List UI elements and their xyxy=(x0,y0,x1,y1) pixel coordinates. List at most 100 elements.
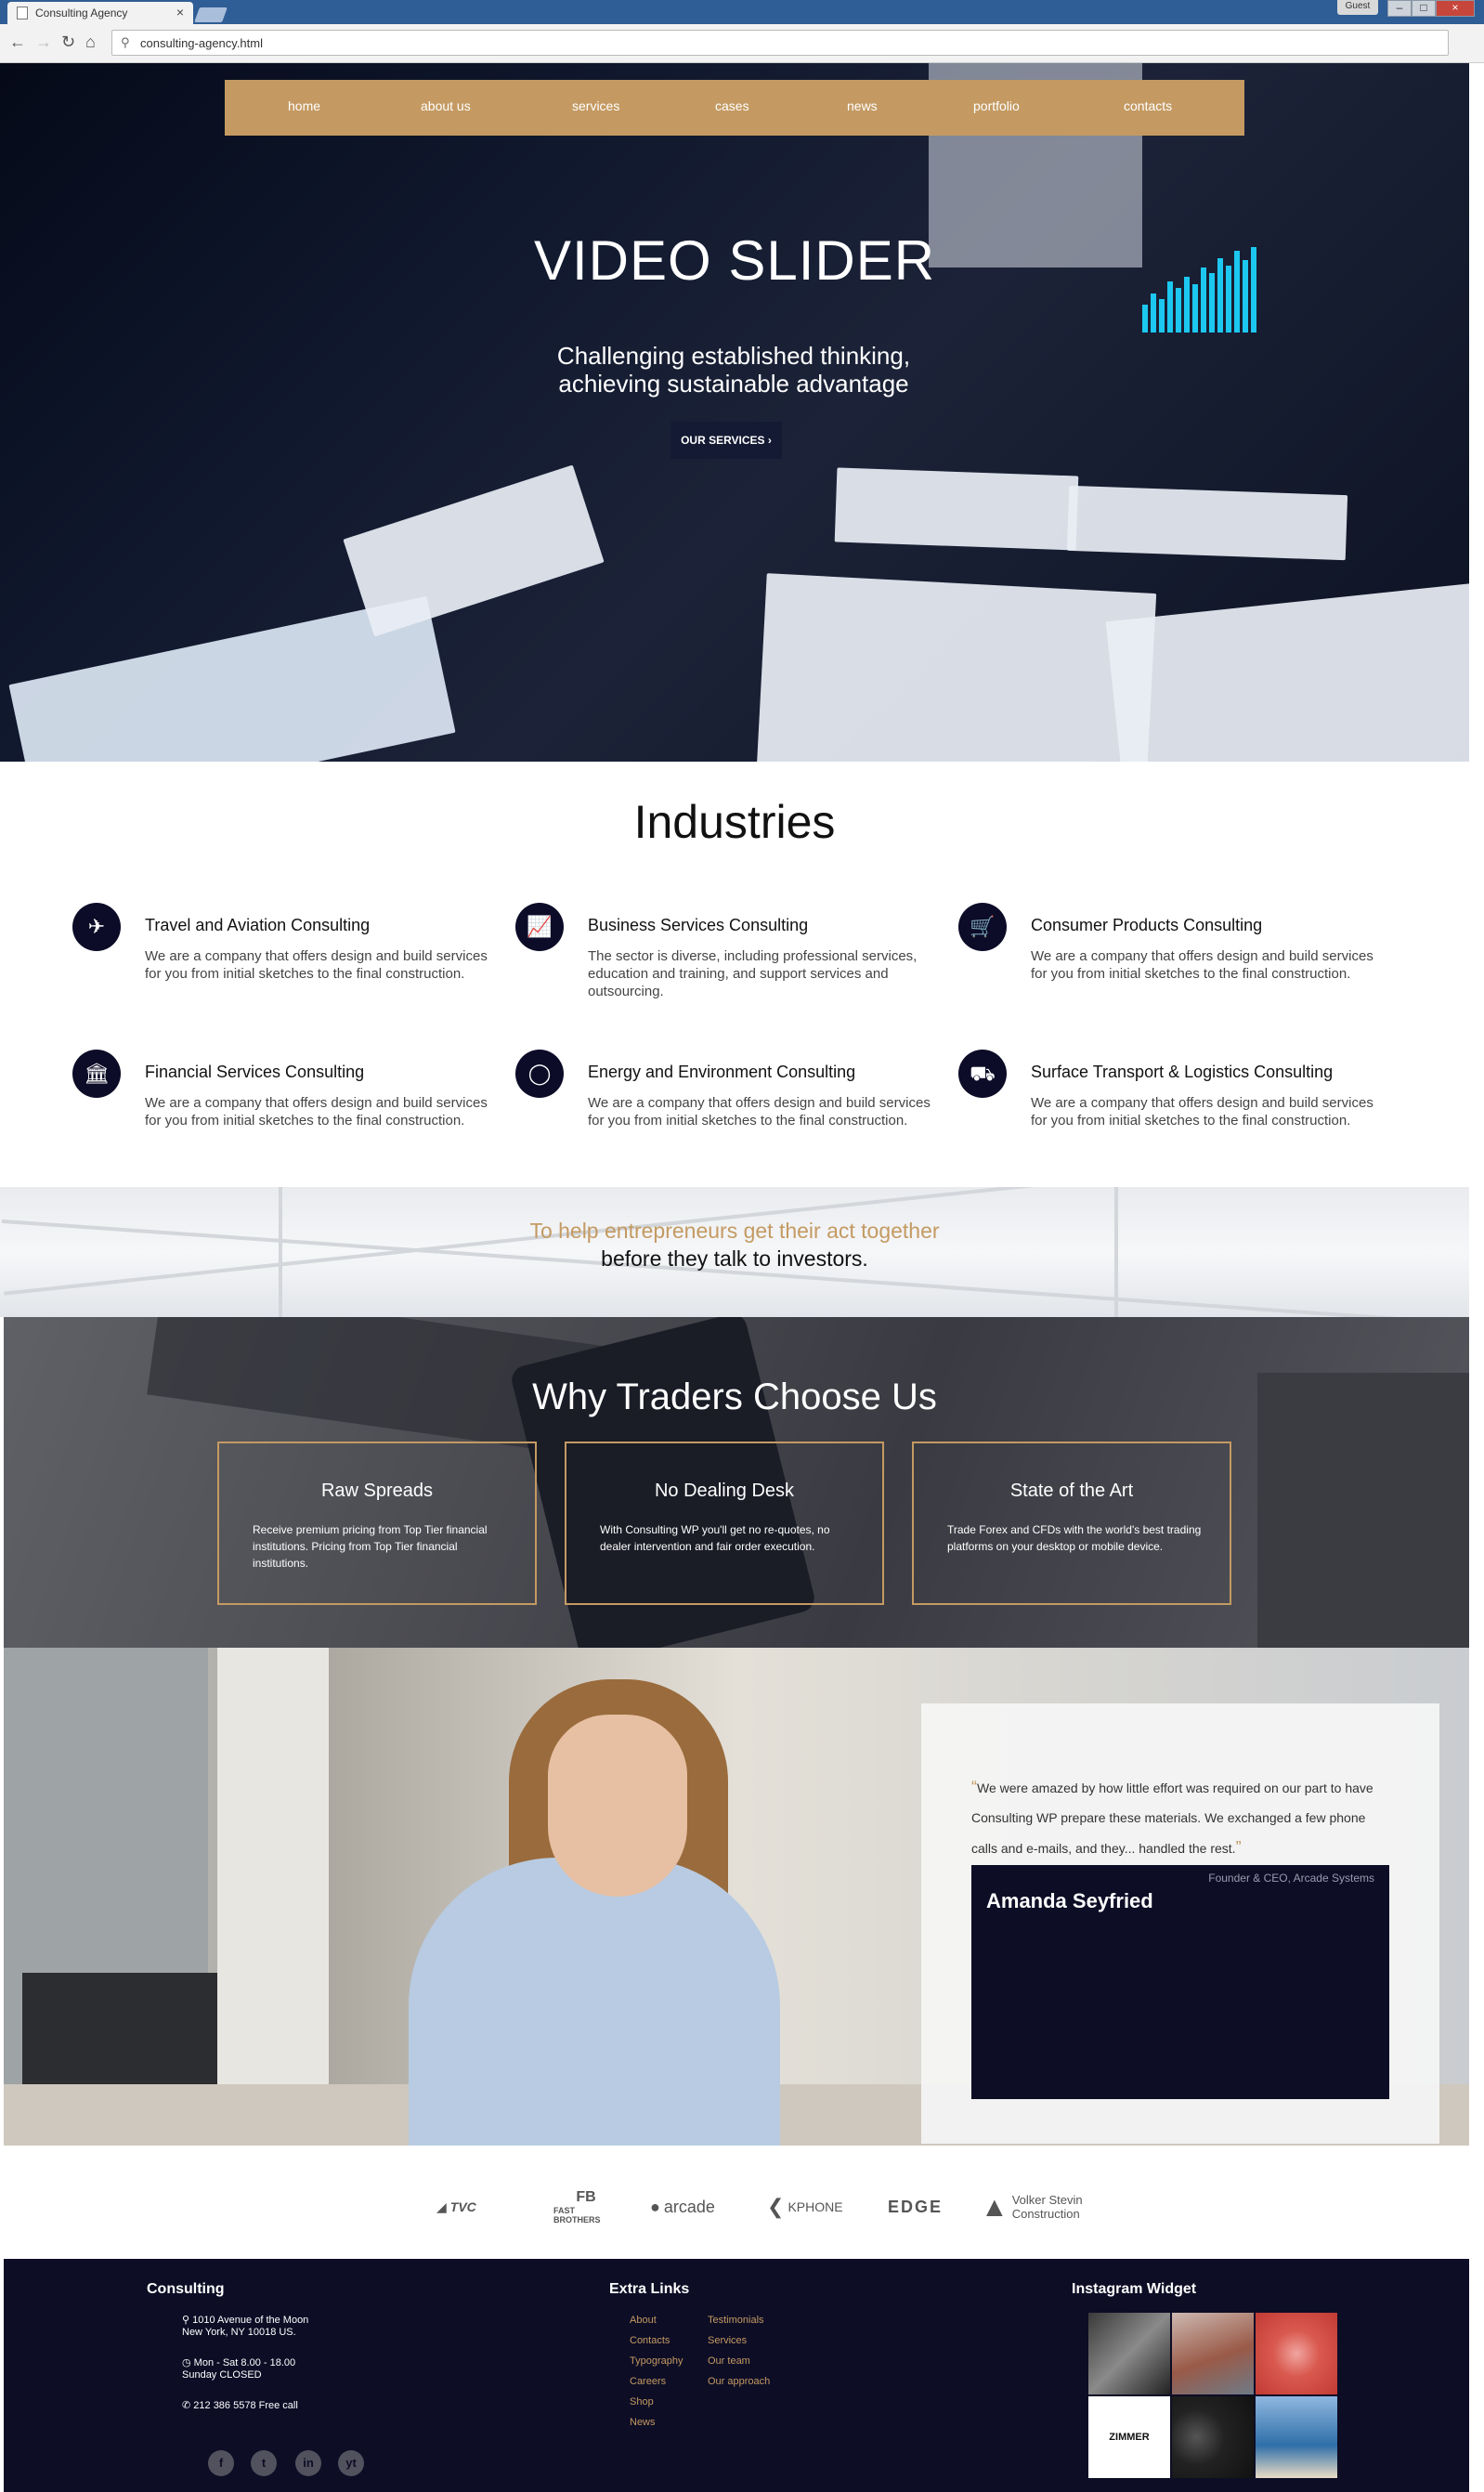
close-window-button[interactable]: × xyxy=(1436,0,1475,17)
quote-close-mark: ” xyxy=(1235,1838,1242,1857)
logo-label: FAST BROTHERS xyxy=(553,2206,601,2225)
footer-address: ⚲ 1010 Avenue of the Moon New York, NY 1… xyxy=(182,2315,308,2339)
new-tab-button[interactable] xyxy=(194,7,228,22)
tab-close-icon[interactable]: × xyxy=(176,5,184,20)
footer-link-shop[interactable]: Shop xyxy=(630,2396,654,2407)
minimize-button[interactable]: – xyxy=(1387,0,1412,17)
guest-profile-button[interactable]: Guest xyxy=(1337,0,1378,15)
feature-box: Raw Spreads Receive premium pricing from… xyxy=(217,1442,537,1605)
search-icon: ⚲ xyxy=(121,35,130,49)
nav-home[interactable]: home xyxy=(288,98,320,113)
nav-contacts[interactable]: contacts xyxy=(1124,98,1172,113)
map-pin-icon: ⚲ xyxy=(182,2315,190,2326)
browser-tab[interactable]: Consulting Agency × xyxy=(7,2,193,24)
nav-portfolio[interactable]: portfolio xyxy=(973,98,1020,113)
industry-title[interactable]: Surface Transport & Logistics Consulting xyxy=(1031,1063,1333,1082)
feature-text: Trade Forex and CFDs with the world's be… xyxy=(947,1523,1202,1553)
client-logo-fast-brothers[interactable]: FB FAST BROTHERS xyxy=(553,2188,618,2225)
author-role: Founder & CEO, Arcade Systems xyxy=(1208,1872,1374,1885)
industry-title[interactable]: Financial Services Consulting xyxy=(145,1063,364,1082)
client-logo-kphone[interactable]: ❮ KPHONE xyxy=(767,2188,843,2225)
drop-logo-icon: ● xyxy=(650,2197,660,2216)
instagram-thumb[interactable]: ZIMMER xyxy=(1088,2396,1170,2478)
facebook-icon[interactable]: f xyxy=(208,2450,234,2476)
zimmer-logo-label: ZIMMER xyxy=(1109,2432,1150,2443)
fb-logo-icon: FB xyxy=(576,2189,596,2205)
pillar-background xyxy=(217,1648,329,2146)
address-text: consulting-agency.html xyxy=(140,36,263,50)
nav-news[interactable]: news xyxy=(847,98,878,113)
logo-label: Volker Stevin Construction xyxy=(1011,2193,1083,2221)
band-line-1: To help entrepreneurs get their act toge… xyxy=(529,1219,940,1243)
quote-text: We were amazed by how little effort was … xyxy=(971,1781,1373,1856)
reload-icon[interactable]: ↻ xyxy=(61,33,75,52)
author-name: Amanda Seyfried xyxy=(986,1889,1153,1912)
footer-link-testimonials[interactable]: Testimonials xyxy=(708,2315,764,2326)
truck-icon: ⛟ xyxy=(958,1050,1007,1098)
hours-line-2: Sunday CLOSED xyxy=(182,2369,262,2381)
client-logo-volker-stevin[interactable]: ▲ Volker Stevin Construction xyxy=(981,2188,1098,2225)
chart-icon: 📈 xyxy=(515,903,564,951)
phone-icon: ✆ xyxy=(182,2400,191,2411)
browser-toolbar: ← → ↻ ⌂ ⚲ consulting-agency.html xyxy=(0,24,1484,63)
instagram-thumb[interactable] xyxy=(1088,2313,1170,2394)
hero-slider xyxy=(0,63,1469,762)
button-label: OUR SERVICES xyxy=(681,434,765,447)
chart-paper xyxy=(1105,582,1469,762)
chevron-right-icon: › xyxy=(767,434,772,447)
address-bar[interactable]: ⚲ consulting-agency.html xyxy=(111,30,1449,56)
nav-about-us[interactable]: about us xyxy=(421,98,471,113)
footer-link-careers[interactable]: Careers xyxy=(630,2376,666,2387)
browser-tab-strip: Consulting Agency × Guest – □ × xyxy=(0,0,1484,24)
twitter-icon[interactable]: t xyxy=(251,2450,277,2476)
footer-col-instagram-title: Instagram Widget xyxy=(1072,2281,1197,2297)
footer-link-contacts[interactable]: Contacts xyxy=(630,2335,670,2346)
footer-link-news[interactable]: News xyxy=(630,2417,656,2428)
instagram-thumb[interactable] xyxy=(1172,2313,1254,2394)
vs-logo-icon: ▲ xyxy=(981,2191,1009,2223)
instagram-thumb[interactable] xyxy=(1256,2396,1337,2478)
feature-title: No Dealing Desk xyxy=(654,1481,795,1501)
instagram-thumb[interactable] xyxy=(1256,2313,1337,2394)
nav-services[interactable]: services xyxy=(572,98,619,113)
forward-arrow-icon[interactable]: → xyxy=(35,33,52,52)
maximize-button[interactable]: □ xyxy=(1412,0,1436,17)
person-photo xyxy=(548,1715,687,1897)
our-services-button[interactable]: OUR SERVICES › xyxy=(670,422,782,459)
footer-link-services[interactable]: Services xyxy=(708,2335,747,2346)
lightbulb-icon: ◯ xyxy=(515,1050,564,1098)
nav-cases[interactable]: cases xyxy=(715,98,749,113)
industry-text: We are a company that offers design and … xyxy=(1031,1095,1373,1129)
phone-number: 212 386 5578 Free call xyxy=(193,2400,298,2411)
industry-title[interactable]: Energy and Environment Consulting xyxy=(588,1063,855,1082)
instagram-thumb[interactable] xyxy=(1172,2396,1254,2478)
chart-paper xyxy=(1066,485,1348,561)
home-icon[interactable]: ⌂ xyxy=(85,33,96,52)
industry-title[interactable]: Business Services Consulting xyxy=(588,916,808,935)
industry-text: We are a company that offers design and … xyxy=(145,948,488,982)
k-logo-icon: ❮ xyxy=(767,2195,785,2218)
testimonial-quote: “We were amazed by how little effort was… xyxy=(971,1772,1389,1863)
client-logo-arcade[interactable]: ● arcade xyxy=(650,2188,715,2225)
footer-link-typography[interactable]: Typography xyxy=(630,2355,683,2367)
footer-link-our-approach[interactable]: Our approach xyxy=(708,2376,770,2387)
client-logo-tvc[interactable]: ◢ TVC xyxy=(436,2188,476,2225)
logo-label: TVC xyxy=(449,2199,476,2214)
bank-icon: 🏛 xyxy=(72,1050,121,1098)
person-body xyxy=(409,1858,780,2146)
industry-title[interactable]: Travel and Aviation Consulting xyxy=(145,916,370,935)
feature-title: Raw Spreads xyxy=(320,1481,434,1501)
footer-link-our-team[interactable]: Our team xyxy=(708,2355,750,2367)
hero-title: VIDEO SLIDER xyxy=(533,229,936,292)
chart-paper xyxy=(834,467,1079,551)
logo-label: EDGE xyxy=(888,2197,944,2216)
client-logo-edge[interactable]: EDGE xyxy=(888,2188,943,2225)
industry-text: We are a company that offers design and … xyxy=(1031,948,1373,982)
why-title: Why Traders Choose Us xyxy=(532,1376,937,1417)
youtube-icon[interactable]: yt xyxy=(338,2450,364,2476)
linkedin-icon[interactable]: in xyxy=(295,2450,321,2476)
industry-title[interactable]: Consumer Products Consulting xyxy=(1031,916,1262,935)
back-arrow-icon[interactable]: ← xyxy=(9,33,26,52)
footer-link-about[interactable]: About xyxy=(630,2315,657,2326)
address-line-2: New York, NY 10018 US. xyxy=(182,2327,296,2338)
